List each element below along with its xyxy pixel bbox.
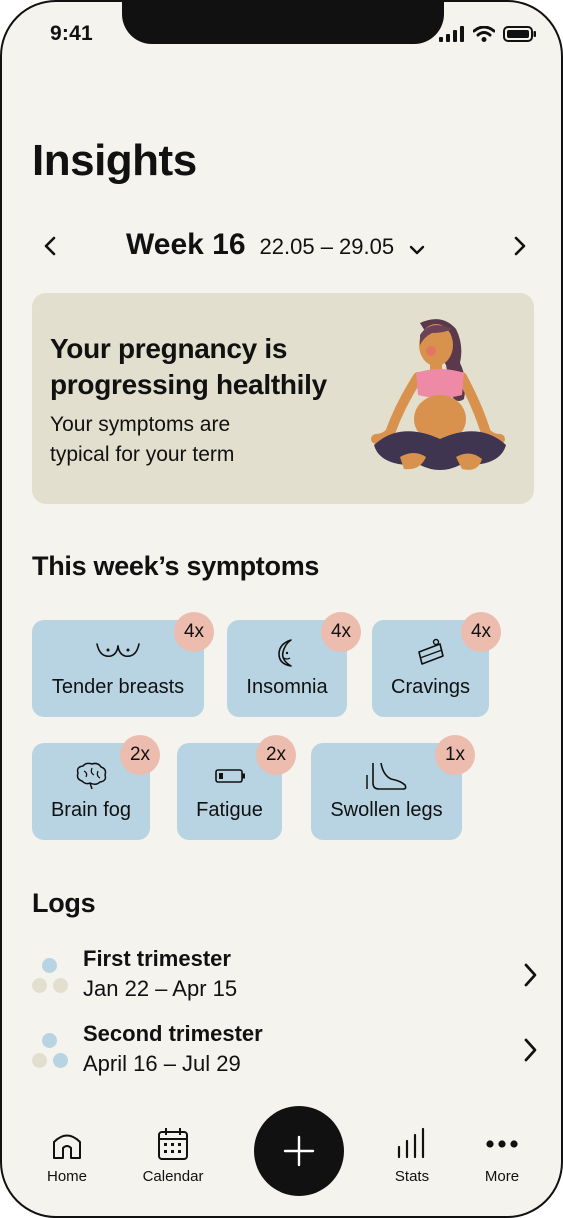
symptom-count-badge: 1x xyxy=(435,735,475,775)
trimester-dots-icon xyxy=(32,1021,72,1081)
tab-label: Stats xyxy=(394,1168,430,1185)
symptom-label: Swollen legs xyxy=(330,799,443,821)
log-item-second-trimester[interactable]: Second trimester April 16 – Jul 29 xyxy=(32,1021,538,1083)
symptom-chip-tender-breasts[interactable]: Tender breasts 4x xyxy=(32,612,214,717)
symptoms-heading: This week’s symptoms xyxy=(32,551,320,581)
phone-frame: 9:41 Insights Week 16 22.05 – 29.05 Your… xyxy=(0,0,563,1218)
tab-label: Calendar xyxy=(142,1168,204,1185)
tab-label: Home xyxy=(46,1168,87,1185)
previous-week-button[interactable] xyxy=(36,232,64,260)
log-title: First trimester xyxy=(83,946,231,971)
wifi-icon xyxy=(473,26,495,42)
calendar-icon xyxy=(128,1126,218,1162)
status-time: 9:41 xyxy=(50,22,93,45)
symptom-label: Tender breasts xyxy=(51,676,185,698)
more-dots-icon xyxy=(457,1126,547,1162)
symptom-count-badge: 2x xyxy=(256,735,296,775)
tab-more[interactable]: More xyxy=(457,1126,547,1190)
week-date-range: 22.05 – 29.05 xyxy=(259,234,395,259)
symptom-label: Insomnia xyxy=(246,676,328,698)
status-icons xyxy=(439,26,537,42)
chevron-left-icon xyxy=(44,236,56,256)
chevron-right-icon xyxy=(524,963,537,987)
symptom-chip-cravings[interactable]: Cravings 4x xyxy=(372,612,501,717)
week-label: Week 16 xyxy=(126,228,246,261)
tab-calendar[interactable]: Calendar xyxy=(128,1126,218,1190)
chevron-right-icon xyxy=(514,236,526,256)
banner-title: Your pregnancy is progressing healthily xyxy=(50,333,327,400)
symptom-count-badge: 2x xyxy=(120,735,160,775)
week-selector[interactable]: Week 16 22.05 – 29.05 xyxy=(126,228,426,262)
symptom-count-badge: 4x xyxy=(461,612,501,652)
symptom-label: Brain fog xyxy=(50,799,132,821)
log-dates: Jan 22 – Apr 15 xyxy=(83,976,238,1001)
log-title: Second trimester xyxy=(83,1021,263,1046)
symptom-label: Fatigue xyxy=(196,799,263,821)
symptom-chip-swollen-legs[interactable]: Swollen legs 1x xyxy=(311,735,475,840)
page-title: Insights xyxy=(32,136,197,185)
battery-icon xyxy=(503,26,536,42)
tab-home[interactable]: Home xyxy=(22,1126,112,1190)
logs-heading: Logs xyxy=(32,888,96,918)
symptom-chip-insomnia[interactable]: Insomnia 4x xyxy=(227,612,361,717)
tab-stats[interactable]: Stats xyxy=(367,1126,457,1190)
week-navigator: Week 16 22.05 – 29.05 xyxy=(32,224,534,268)
plus-icon xyxy=(283,1135,315,1167)
health-status-banner: Your pregnancy is progressing healthily … xyxy=(32,293,534,504)
home-icon xyxy=(22,1126,112,1162)
tab-label: More xyxy=(484,1168,520,1185)
symptom-chip-fatigue[interactable]: Fatigue 2x xyxy=(177,735,296,840)
add-log-button[interactable] xyxy=(254,1106,344,1196)
signal-icon xyxy=(439,26,464,42)
symptom-label: Cravings xyxy=(391,676,470,698)
meditating-woman-illustration xyxy=(371,319,506,470)
log-dates: April 16 – Jul 29 xyxy=(83,1051,241,1076)
symptom-count-badge: 4x xyxy=(321,612,361,652)
bar-chart-icon xyxy=(367,1126,457,1162)
trimester-dots-icon xyxy=(32,946,72,1006)
symptom-count-badge: 4x xyxy=(174,612,214,652)
log-item-first-trimester[interactable]: First trimester Jan 22 – Apr 15 xyxy=(32,946,538,1008)
chevron-down-icon xyxy=(408,243,426,261)
notch xyxy=(122,2,444,44)
tab-bar: Home Calendar Stats More xyxy=(2,1102,561,1212)
banner-subtitle: Your symptoms are typical for your term xyxy=(50,413,235,466)
symptom-chip-brain-fog[interactable]: Brain fog 2x xyxy=(32,735,160,840)
next-week-button[interactable] xyxy=(506,232,534,260)
chevron-right-icon xyxy=(524,1038,537,1062)
